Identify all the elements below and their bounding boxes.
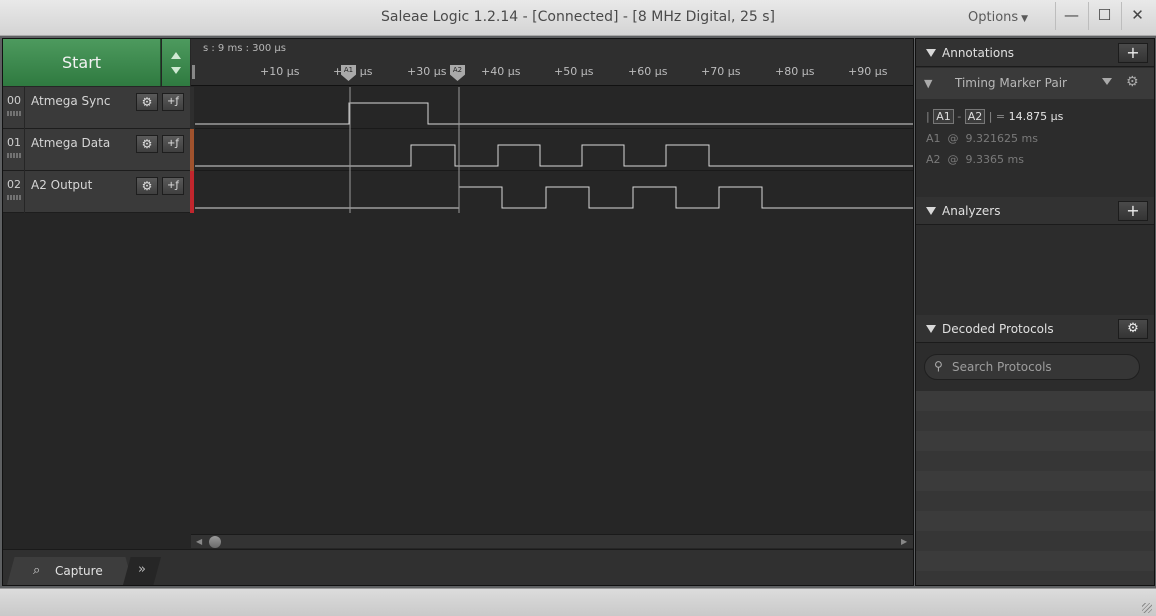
divider xyxy=(24,87,25,129)
tab-capture-label: Capture xyxy=(55,564,103,578)
channel-name: A2 Output xyxy=(31,178,93,192)
arrow-up-icon xyxy=(171,52,181,59)
marker-a1-ref: A1 xyxy=(933,109,954,124)
a2-value: 9.3365 ms xyxy=(965,153,1024,166)
gear-icon[interactable]: ⚙ xyxy=(1118,319,1148,339)
marker-a1-time: A1 @ 9.321625 ms xyxy=(926,132,1038,145)
gear-icon[interactable]: ⚙ xyxy=(1126,74,1139,90)
channel-color-swatch xyxy=(190,129,194,171)
search-icon: ⌕ xyxy=(33,563,41,578)
analyzers-header[interactable]: Analyzers + xyxy=(916,197,1154,225)
gear-icon[interactable]: ⚙ xyxy=(136,93,158,111)
tick-label: +70 µs xyxy=(701,65,741,78)
title-bar: Saleae Logic 1.2.14 - [Connected] - [8 M… xyxy=(0,0,1156,36)
collapse-icon[interactable] xyxy=(926,325,936,333)
close-button[interactable]: ✕ xyxy=(1121,2,1153,30)
timing-marker-pair[interactable]: ▼ Timing Marker Pair ⚙ xyxy=(916,68,1154,99)
more-tabs-button[interactable]: » xyxy=(123,557,161,585)
minimize-button[interactable]: — xyxy=(1055,2,1087,30)
time-offset: s : 9 ms : 300 µs xyxy=(203,43,286,54)
search-icon: ⚲ xyxy=(934,359,943,373)
channel-name: Atmega Data xyxy=(31,136,111,150)
channel-row-00[interactable]: 00 Atmega Sync ⚙ +ƒ xyxy=(3,87,194,129)
drag-handle-icon[interactable] xyxy=(7,195,21,200)
trigger-icon[interactable]: +ƒ xyxy=(162,177,184,195)
side-panel: Annotations + ▼ Timing Marker Pair ⚙ | A… xyxy=(915,38,1155,586)
scroll-thumb[interactable] xyxy=(209,536,221,548)
difference-value: 14.875 µs xyxy=(1008,110,1064,123)
decoded-protocols-title: Decoded Protocols xyxy=(942,322,1054,336)
tick-label: +60 µs xyxy=(628,65,668,78)
analyzers-title: Analyzers xyxy=(942,204,1001,218)
pin-icon: ▼ xyxy=(924,77,933,90)
tick-label: +80 µs xyxy=(775,65,815,78)
divider xyxy=(24,171,25,213)
search-placeholder: Search Protocols xyxy=(952,360,1052,374)
bottom-tab-bar: ⌕ Capture » xyxy=(3,549,913,585)
trigger-icon[interactable]: +ƒ xyxy=(162,93,184,111)
a2-label: A2 xyxy=(926,153,941,166)
timing-marker-label: Timing Marker Pair xyxy=(955,76,1067,90)
add-annotation-button[interactable]: + xyxy=(1118,43,1148,63)
a1-value: 9.321625 ms xyxy=(965,132,1038,145)
marker-a2-ref: A2 xyxy=(964,109,986,124)
gear-icon[interactable]: ⚙ xyxy=(136,177,158,195)
chevron-down-icon[interactable] xyxy=(1102,78,1112,85)
status-bar xyxy=(0,588,1156,616)
tick-label: +40 µs xyxy=(481,65,521,78)
channel-row-02[interactable]: 02 A2 Output ⚙ +ƒ xyxy=(3,171,194,213)
start-options-button[interactable] xyxy=(162,39,190,86)
drag-handle-icon[interactable] xyxy=(7,111,21,116)
start-button[interactable]: Start xyxy=(3,39,161,86)
chevron-down-icon: ▼ xyxy=(1021,14,1029,24)
decoded-protocols-list[interactable] xyxy=(916,391,1154,585)
decoded-protocols-header[interactable]: Decoded Protocols ⚙ xyxy=(916,315,1154,343)
annotations-header[interactable]: Annotations + xyxy=(916,39,1154,67)
marker-a1[interactable]: A1 xyxy=(341,65,356,81)
marker-a2-time: A2 @ 9.3365 ms xyxy=(926,153,1024,166)
add-analyzer-button[interactable]: + xyxy=(1118,201,1148,221)
channel-name: Atmega Sync xyxy=(31,94,111,108)
channel-number: 02 xyxy=(7,178,21,191)
time-ruler[interactable]: s : 9 ms : 300 µs +10 µs +20 µs +30 µs +… xyxy=(191,39,913,86)
marker-difference: | A1 - A2 | = 14.875 µs xyxy=(926,109,1064,124)
tick-label: +10 µs xyxy=(260,65,300,78)
tick-label: +30 µs xyxy=(407,65,447,78)
channel-color-swatch xyxy=(190,171,194,213)
scroll-right-icon[interactable]: ▶ xyxy=(901,537,907,546)
tick-label: +50 µs xyxy=(554,65,594,78)
trigger-icon[interactable]: +ƒ xyxy=(162,135,184,153)
channel-row-01[interactable]: 01 Atmega Data ⚙ +ƒ xyxy=(3,129,194,171)
resize-grip-icon[interactable] xyxy=(1142,603,1152,613)
options-label: Options xyxy=(968,10,1019,25)
channel-number: 01 xyxy=(7,136,21,149)
channel-number: 00 xyxy=(7,94,21,107)
marker-a2[interactable]: A2 xyxy=(450,65,465,81)
waveform-view[interactable] xyxy=(195,87,913,213)
drag-handle-icon[interactable] xyxy=(7,153,21,158)
waveform-background xyxy=(195,87,913,213)
tick-label: +90 µs xyxy=(848,65,888,78)
annotations-title: Annotations xyxy=(942,46,1015,60)
annotation-details: | A1 - A2 | = 14.875 µs A1 @ 9.321625 ms… xyxy=(916,100,1154,178)
channel-color-swatch xyxy=(190,87,194,129)
options-menu[interactable]: Options ▼ xyxy=(968,10,1028,25)
a1-label: A1 xyxy=(926,132,941,145)
gear-icon[interactable]: ⚙ xyxy=(136,135,158,153)
collapse-icon[interactable] xyxy=(926,49,936,57)
ruler-edge xyxy=(192,65,195,79)
arrow-down-icon xyxy=(171,67,181,74)
maximize-button[interactable]: ☐ xyxy=(1088,2,1120,30)
horizontal-scrollbar[interactable]: ◀ ▶ xyxy=(191,534,913,548)
collapse-icon[interactable] xyxy=(926,207,936,215)
divider xyxy=(24,129,25,171)
search-protocols-input[interactable]: ⚲ Search Protocols xyxy=(924,354,1140,380)
main-panel: Start s : 9 ms : 300 µs +10 µs +20 µs +3… xyxy=(2,38,914,586)
scroll-left-icon[interactable]: ◀ xyxy=(196,537,202,546)
tab-capture[interactable]: ⌕ Capture xyxy=(7,557,133,585)
